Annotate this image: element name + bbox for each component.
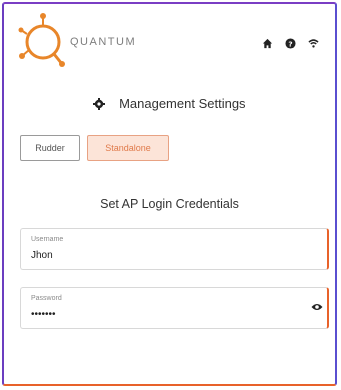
home-icon[interactable] xyxy=(262,38,273,49)
wifi-icon[interactable] xyxy=(308,38,319,49)
management-settings-label: Management Settings xyxy=(119,96,246,111)
username-value[interactable]: Jhon xyxy=(31,250,53,261)
username-field[interactable]: Username Jhon xyxy=(20,228,329,270)
password-field[interactable]: Password ••••••• xyxy=(20,287,329,329)
credentials-title: Set AP Login Credentials xyxy=(100,197,239,211)
app-frame: QUANTUM ? Management Settings Rudder Sta… xyxy=(2,2,337,386)
password-value[interactable]: ••••••• xyxy=(31,309,56,320)
standalone-mode-button[interactable]: Standalone xyxy=(87,135,169,161)
gear-icon xyxy=(93,98,106,113)
brand-name: QUANTUM xyxy=(70,36,137,48)
logo: QUANTUM xyxy=(18,12,158,72)
password-label: Password xyxy=(31,295,62,302)
top-icons: ? xyxy=(262,38,319,49)
svg-text:?: ? xyxy=(288,39,292,48)
help-icon[interactable]: ? xyxy=(285,38,296,49)
username-label: Username xyxy=(31,236,64,243)
rudder-mode-button[interactable]: Rudder xyxy=(20,135,80,161)
header: QUANTUM ? xyxy=(18,12,321,72)
show-password-eye-icon[interactable] xyxy=(311,299,323,310)
quantum-logo-icon xyxy=(18,13,65,67)
management-settings-title: Management Settings xyxy=(4,96,335,113)
